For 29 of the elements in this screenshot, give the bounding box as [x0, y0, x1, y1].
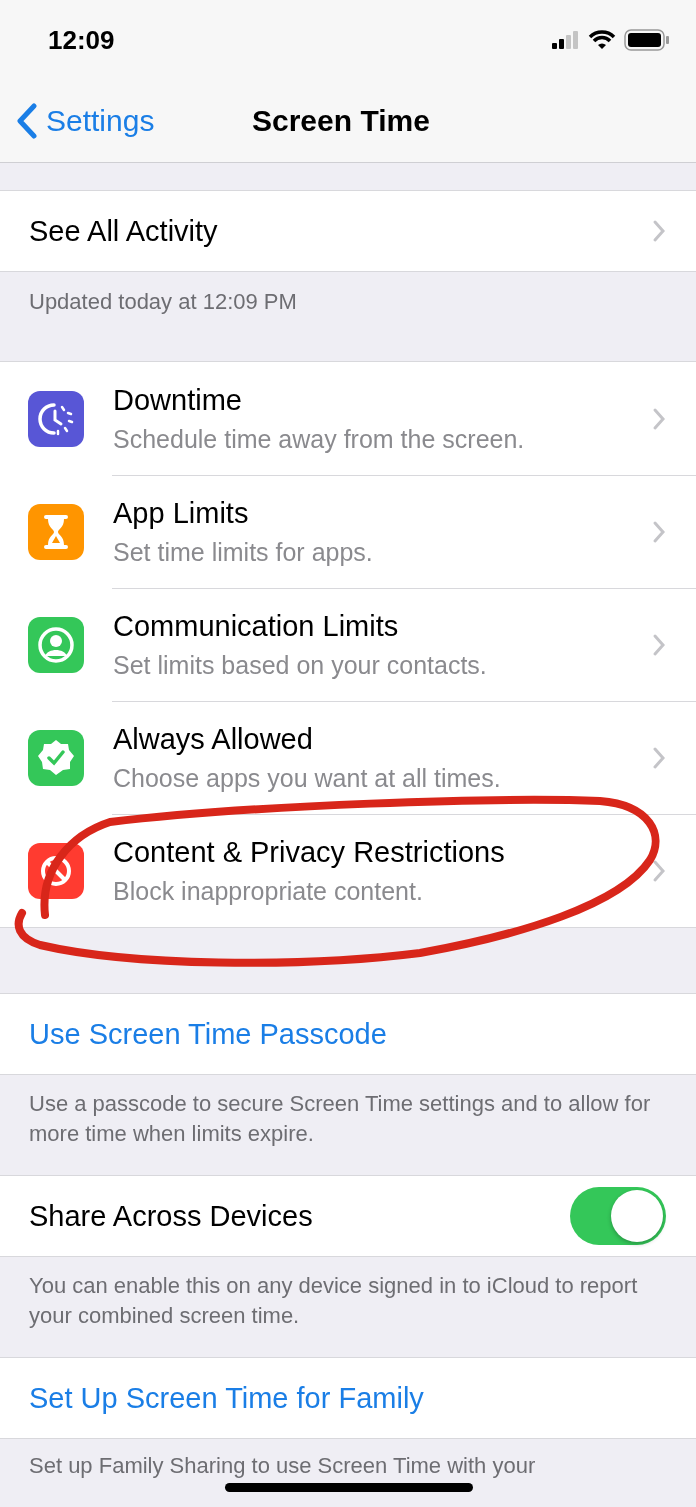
share-description: You can enable this on any device signed in to iCloud to report your combined screen time.: [29, 1273, 638, 1328]
chevron-left-icon: [16, 103, 38, 139]
row-title: Downtime: [113, 383, 243, 417]
toggle-switch[interactable]: [570, 1187, 666, 1245]
family-description: Set up Family Sharing to use Screen Time with your: [29, 1453, 536, 1478]
row-title: Communication Limits: [113, 609, 400, 643]
battery-icon: [624, 29, 670, 51]
chevron-right-icon: [652, 858, 666, 883]
chevron-right-icon: [652, 745, 666, 770]
chevron-right-icon: [652, 519, 666, 544]
chevron-right-icon: [652, 632, 666, 657]
row-title: Content & Privacy Restrictions: [113, 835, 506, 869]
back-button[interactable]: Settings: [0, 103, 155, 139]
row-subtitle: Set limits based on your contacts.: [113, 650, 488, 680]
chevron-right-icon: [652, 406, 666, 431]
chevron-right-icon: [652, 219, 666, 243]
row-title: Always Allowed: [113, 722, 314, 756]
updated-text: Updated today at 12:09 PM: [29, 289, 297, 314]
row-subtitle: Set time limits for apps.: [113, 537, 374, 567]
status-time: 12:09: [48, 24, 115, 56]
row-title: App Limits: [113, 496, 250, 530]
page-title: Screen Time: [252, 104, 430, 138]
row-subtitle: Choose apps you want at all times.: [113, 763, 502, 793]
row-subtitle: Schedule time away from the screen.: [113, 424, 526, 454]
wifi-icon: [588, 30, 616, 50]
passcode-description: Use a passcode to secure Screen Time settings and to allow for more time when limits expire.: [29, 1091, 651, 1146]
share-label: Share Across Devices: [29, 1199, 313, 1233]
signal-icon: [552, 31, 580, 49]
row-subtitle: Block inappropriate content.: [113, 876, 424, 906]
